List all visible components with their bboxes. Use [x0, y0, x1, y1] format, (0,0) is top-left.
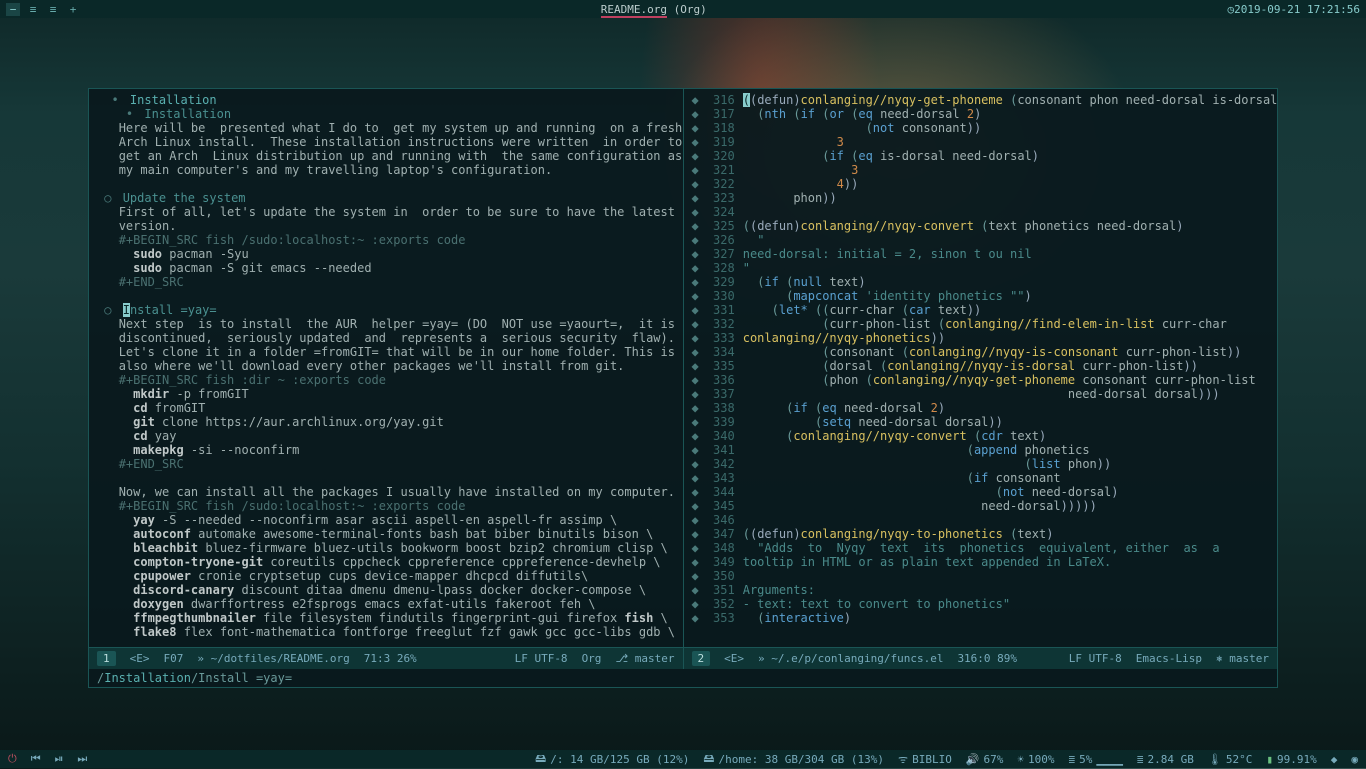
brightness[interactable]: ☀ 100% — [1017, 753, 1054, 766]
power-icon[interactable]: ⏻ — [8, 752, 17, 766]
workspace-add[interactable]: + — [66, 3, 80, 16]
workspace-2[interactable]: ≡ — [26, 3, 40, 16]
window-number: 1 — [97, 651, 116, 666]
cpu-icon: ≣ — [1069, 753, 1076, 766]
thermometer-icon: 🌡 — [1208, 753, 1222, 766]
workspace-3[interactable]: ≡ — [46, 3, 60, 16]
wifi-icon: ᯤ — [898, 752, 908, 767]
cpu: ≣ 5% ▁▁▁▁ — [1069, 753, 1123, 766]
battery-icon: ▮ — [1266, 753, 1273, 766]
right-pane[interactable]: ◆316((defun)conlanging//nyqy-get-phoneme… — [683, 89, 1278, 647]
bottom-bar: ⏻ ⏮ ⏯ ⏭ 🖴 /: 14 GB/125 GB (12%) 🖴 /home:… — [0, 750, 1366, 768]
disk-root: 🖴 /: 14 GB/125 GB (12%) — [535, 750, 689, 769]
branch-icon: ⎈ — [1216, 652, 1223, 665]
emacs-frame: • Installation • Installation Here will … — [88, 88, 1278, 688]
breadcrumb-installation: Installation — [104, 671, 191, 685]
window-title-file: README.org — [601, 3, 667, 18]
wifi[interactable]: ᯤ BIBLIO — [898, 752, 952, 767]
tray-icon-1[interactable]: ◆ — [1331, 753, 1338, 766]
clock: ◷2019-09-21 17:21:56 — [1228, 3, 1360, 16]
branch-icon: ⎇ — [615, 652, 628, 665]
right-buffer[interactable]: ◆316((defun)conlanging//nyqy-get-phoneme… — [684, 89, 1278, 647]
memory-icon: ≣ — [1137, 753, 1144, 766]
workspace-switcher: − ≡ ≡ + — [6, 3, 80, 16]
disk-home: 🖴 /home: 38 GB/304 GB (13%) — [703, 750, 884, 769]
modeline-left: 1 <E> F07 » ~/dotfiles/README.org 71:3 2… — [89, 647, 683, 669]
left-pane[interactable]: • Installation • Installation Here will … — [89, 89, 683, 647]
media-play-icon[interactable]: ⏯ — [55, 752, 64, 766]
volume[interactable]: 🔊 67% — [966, 753, 1004, 766]
modeline-row: 1 <E> F07 » ~/dotfiles/README.org 71:3 2… — [89, 647, 1277, 669]
workspace-1[interactable]: − — [6, 3, 20, 16]
major-mode: Emacs-Lisp — [1136, 652, 1202, 665]
major-mode: Org — [582, 652, 602, 665]
battery: ▮ 99.91% — [1266, 753, 1316, 766]
modeline-right: 2 <E> » ~/.e/p/conlanging/funcs.el 316:0… — [683, 647, 1278, 669]
volume-icon: 🔊 — [966, 753, 980, 766]
brightness-icon: ☀ — [1017, 753, 1024, 766]
media-prev-icon[interactable]: ⏮ — [31, 752, 41, 766]
vcs-branch: ⎈ master — [1216, 652, 1269, 665]
buffer-path: » ~/.e/p/conlanging/funcs.el — [758, 652, 943, 665]
breadcrumb-yay: /Install =yay= — [191, 671, 292, 685]
cursor-position: 316:0 89% — [957, 652, 1017, 665]
encoding: LF UTF-8 — [1069, 652, 1122, 665]
vcs-branch: ⎇ master — [615, 652, 674, 665]
tray-icon-2[interactable]: ◉ — [1351, 753, 1358, 766]
disk-icon: 🖴 — [535, 750, 546, 769]
window-title-mode: (Org) — [667, 3, 707, 16]
cursor-position: 71:3 26% — [364, 652, 417, 665]
minibuffer[interactable]: /Installation/Install =yay= — [89, 669, 1277, 687]
top-bar: − ≡ ≡ + README.org (Org) ◷2019-09-21 17:… — [0, 0, 1366, 18]
encoding: LF UTF-8 — [515, 652, 568, 665]
left-buffer[interactable]: • Installation • Installation Here will … — [89, 89, 683, 647]
temperature: 🌡 52°C — [1208, 753, 1252, 766]
clock-text: 2019-09-21 17:21:56 — [1234, 3, 1360, 16]
disk-icon: 🖴 — [703, 750, 714, 769]
evil-state: <E> — [130, 652, 150, 665]
buffer-path: » ~/dotfiles/README.org — [197, 652, 349, 665]
window-title: README.org (Org) — [80, 3, 1228, 16]
file-icon: F07 — [164, 652, 184, 665]
window-number: 2 — [692, 651, 711, 666]
memory: ≣ 2.84 GB — [1137, 753, 1194, 766]
media-next-icon[interactable]: ⏭ — [77, 752, 87, 766]
evil-state: <E> — [724, 652, 744, 665]
